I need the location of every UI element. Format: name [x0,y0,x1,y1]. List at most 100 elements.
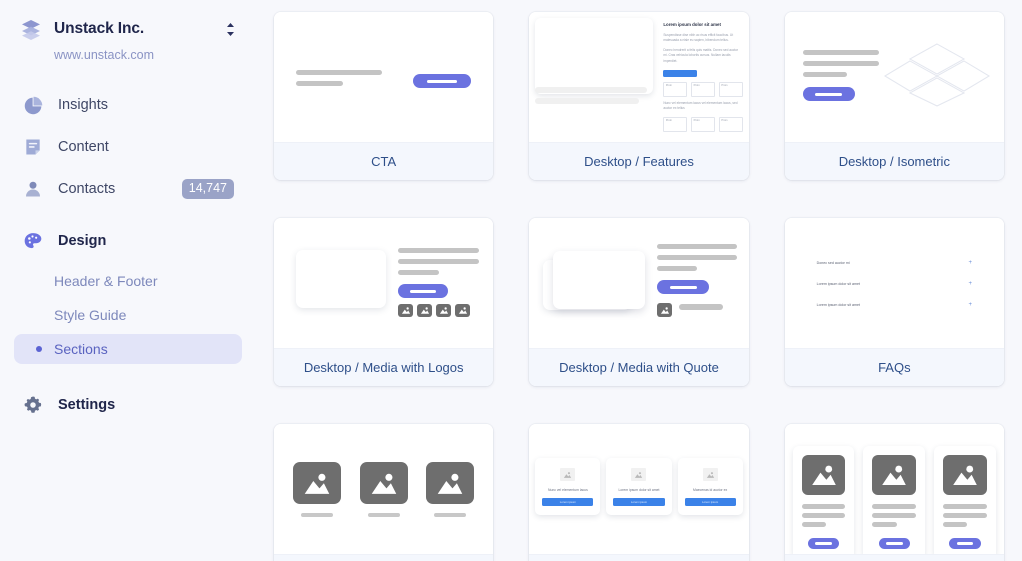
preview-tile-label: Proin [694,119,713,122]
caption-placeholder [301,513,333,517]
pie-chart-icon [22,94,44,116]
media-shadow-bar [535,98,639,104]
sections-gallery: CTA Lorem ipsum dolor sit amet Suspendis… [256,0,1022,561]
image-icon [293,462,341,504]
preview-paragraph: Suspendisse dise nibh ac risus efficit f… [663,33,742,44]
sidebar: Unstack Inc. www.unstack.com Insights [0,0,256,561]
mini-card: Lorem ipsum dolor sit amet Lorem ipsum [606,458,671,515]
preview-tile-label: Proin [721,119,740,122]
bullet-icon [32,308,46,322]
media-shadow-bar [535,87,647,93]
button-placeholder [808,538,840,549]
plus-icon: + [968,281,972,287]
image-icon [398,304,413,317]
section-card-mini-cards[interactable]: Nunc vel elementum lacus Lorem ipsum Lor… [529,424,748,561]
isometric-diamonds-icon [884,42,990,113]
image-icon [703,468,718,481]
section-thumbnail [274,424,493,554]
section-card-faqs[interactable]: Donec sed auctor mi + Lorem ipsum dolor … [785,218,1004,386]
sidebar-item-label: Insights [58,97,234,113]
preview-tile: Proin [719,117,743,132]
section-thumbnail: Lorem ipsum dolor sit amet Suspendisse d… [529,12,748,142]
section-card-label [529,554,748,561]
brand-switcher[interactable]: Unstack Inc. [14,16,242,42]
sidebar-item-contacts[interactable]: Contacts 14,747 [14,172,242,206]
preview-card [863,446,925,554]
preview-tile-label: Proin [666,84,685,87]
text-placeholder-lines [398,248,479,317]
sidebar-item-style-guide[interactable]: Style Guide [14,300,242,330]
section-card-label: Desktop / Features [529,142,748,180]
design-subnav: Header & Footer Style Guide Sections [14,266,242,364]
media-placeholder [535,18,653,94]
sidebar-subitem-label: Header & Footer [54,273,158,289]
button-placeholder [657,280,709,294]
section-thumbnail: Nunc vel elementum lacus Lorem ipsum Lor… [529,424,748,554]
button-placeholder [803,87,855,101]
section-card-desktop-isometric[interactable]: Desktop / Isometric [785,12,1004,180]
image-icon [943,455,987,495]
image-icon [872,455,916,495]
section-thumbnail [785,12,1004,142]
preview-card [793,446,855,554]
chevron-up-down-icon[interactable] [222,21,238,37]
mini-card-button-label: Lorem ipsum [702,500,718,504]
bullet-icon [32,342,46,356]
section-card-media-with-quote[interactable]: Desktop / Media with Quote [529,218,748,386]
gear-icon [22,394,44,416]
section-card-desktop-features[interactable]: Lorem ipsum dolor sit amet Suspendisse d… [529,12,748,180]
brand-url[interactable]: www.unstack.com [14,48,242,62]
sidebar-item-label: Contacts [58,181,182,197]
app-root: Unstack Inc. www.unstack.com Insights [0,0,1022,561]
sidebar-item-content[interactable]: Content [14,130,242,164]
layers-icon [18,16,44,42]
text-placeholder-lines [943,504,987,531]
text-placeholder-lines [657,244,736,317]
mini-card-button-label: Lorem ipsum [631,500,647,504]
preview-tile-label: Proin [721,84,740,87]
sidebar-item-header-footer[interactable]: Header & Footer [14,266,242,296]
section-card-media-with-logos[interactable]: Desktop / Media with Logos [274,218,493,386]
sidebar-item-design[interactable]: Design [14,224,242,258]
text-placeholder-lines [872,504,916,531]
media-placeholder-front [553,251,645,309]
image-icon [436,304,451,317]
preview-tile: Proin [663,82,687,97]
section-card-image-cards[interactable] [785,424,1004,561]
sidebar-item-settings[interactable]: Settings [14,388,242,422]
bullet-icon [32,274,46,288]
plus-icon: + [968,260,972,266]
caption-placeholder [679,304,723,310]
faq-row: Donec sed auctor mi + [817,260,972,266]
section-card-logo-row[interactable] [274,424,493,561]
sidebar-subitem-label: Style Guide [54,307,126,323]
section-thumbnail: Donec sed auctor mi + Lorem ipsum dolor … [785,218,1004,348]
faq-row: Lorem ipsum dolor sit amet + [817,302,972,308]
preview-tile-label: Proin [694,84,713,87]
preview-button [663,70,697,77]
image-icon [802,455,846,495]
preview-tile: Proin [691,117,715,132]
section-thumbnail [785,424,1004,554]
sidebar-item-sections[interactable]: Sections [14,334,242,364]
image-icon [426,462,474,504]
section-thumbnail [274,12,493,142]
mini-card-button: Lorem ipsum [613,498,664,506]
mini-card-button: Lorem ipsum [685,498,736,506]
section-card-cta[interactable]: CTA [274,12,493,180]
brand-name: Unstack Inc. [54,20,222,38]
faq-question: Donec sed auctor mi [817,261,850,265]
section-card-label: Desktop / Media with Quote [529,348,748,386]
sidebar-item-label: Content [58,139,234,155]
preview-paragraph: Donec hendrerit a felis quis mattis. Don… [663,48,742,65]
preview-tile-label: Proin [666,119,685,122]
caption-placeholder [434,513,466,517]
document-icon [22,136,44,158]
faq-row: Lorem ipsum dolor sit amet + [817,281,972,287]
text-placeholder-lines [802,504,846,531]
section-card-label [274,554,493,561]
sidebar-item-insights[interactable]: Insights [14,88,242,122]
section-card-label: FAQs [785,348,1004,386]
plus-icon: + [968,302,972,308]
mini-card-button-label: Lorem ipsum [560,500,576,504]
